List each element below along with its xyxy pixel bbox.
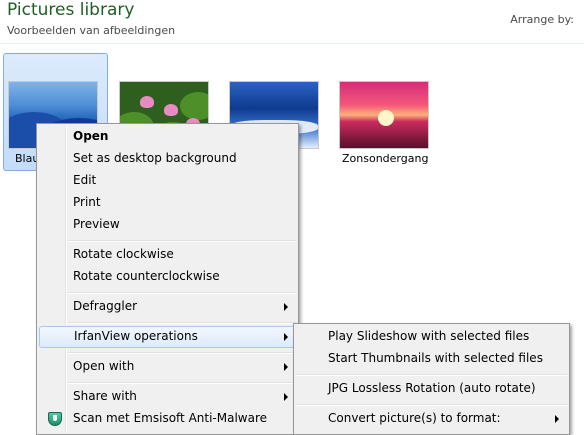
menu-item-label: Print [73, 195, 101, 209]
menu-item-label: Preview [73, 217, 120, 231]
menu-item-label: Play Slideshow with selected files [328, 329, 530, 343]
irfanview-submenu: Play Slideshow with selected files Start… [293, 323, 570, 435]
submenu-arrow-icon [284, 333, 288, 341]
menu-item-open[interactable]: Open [39, 126, 296, 148]
emsisoft-shield-icon [48, 412, 62, 426]
context-menu: Open Set as desktop background Edit Prin… [36, 123, 299, 435]
submenu-arrow-icon [555, 415, 559, 423]
submenu-arrow-icon [284, 393, 288, 401]
menu-item-label: Rotate clockwise [73, 247, 174, 261]
menu-item-label: Convert picture(s) to format: [328, 411, 501, 425]
menu-item-label: Defraggler [73, 299, 138, 313]
menu-item-edit[interactable]: Edit [39, 170, 296, 192]
menu-separator [67, 292, 296, 294]
submenu-item-jpg-lossless-rotation[interactable]: JPG Lossless Rotation (auto rotate) [296, 378, 567, 400]
menu-separator [296, 404, 567, 406]
submenu-item-convert-pictures[interactable]: Convert picture(s) to format: [296, 408, 567, 430]
menu-item-label: JPG Lossless Rotation (auto rotate) [328, 381, 536, 395]
thumbnail-sunset[interactable] [339, 81, 429, 149]
library-title: Pictures library [7, 0, 135, 20]
menu-separator [67, 382, 296, 384]
menu-item-irfanview-operations[interactable]: IrfanView operations [39, 326, 296, 348]
menu-item-label: Open [73, 129, 109, 143]
menu-separator [67, 322, 296, 324]
header-divider [0, 43, 584, 44]
thumbnail-caption: Zonsondergang [342, 152, 429, 165]
menu-item-label: Set as desktop background [73, 151, 237, 165]
submenu-arrow-icon [284, 363, 288, 371]
menu-item-preview[interactable]: Preview [39, 214, 296, 236]
menu-item-label: IrfanView operations [74, 329, 198, 343]
menu-item-scan-emsisoft[interactable]: Scan met Emsisoft Anti-Malware [39, 408, 296, 430]
submenu-item-start-thumbnails[interactable]: Start Thumbnails with selected files [296, 348, 567, 370]
menu-item-set-desktop-background[interactable]: Set as desktop background [39, 148, 296, 170]
menu-item-rotate-clockwise[interactable]: Rotate clockwise [39, 244, 296, 266]
menu-item-label: Scan met Emsisoft Anti-Malware [73, 411, 268, 425]
menu-separator [67, 352, 296, 354]
library-subtitle: Voorbeelden van afbeeldingen [7, 24, 176, 37]
menu-item-label: Rotate counterclockwise [73, 269, 220, 283]
menu-item-defraggler[interactable]: Defraggler [39, 296, 296, 318]
submenu-arrow-icon [284, 303, 288, 311]
menu-item-share-with[interactable]: Share with [39, 386, 296, 408]
menu-item-label: Open with [73, 359, 135, 373]
menu-item-label: Edit [73, 173, 97, 187]
menu-separator [296, 374, 567, 376]
menu-item-label: Start Thumbnails with selected files [328, 351, 543, 365]
arrange-by-label[interactable]: Arrange by: [510, 13, 574, 26]
menu-item-rotate-counterclockwise[interactable]: Rotate counterclockwise [39, 266, 296, 288]
submenu-item-play-slideshow[interactable]: Play Slideshow with selected files [296, 326, 567, 348]
menu-separator [67, 240, 296, 242]
menu-item-print[interactable]: Print [39, 192, 296, 214]
menu-item-label: Share with [73, 389, 137, 403]
menu-item-open-with[interactable]: Open with [39, 356, 296, 378]
